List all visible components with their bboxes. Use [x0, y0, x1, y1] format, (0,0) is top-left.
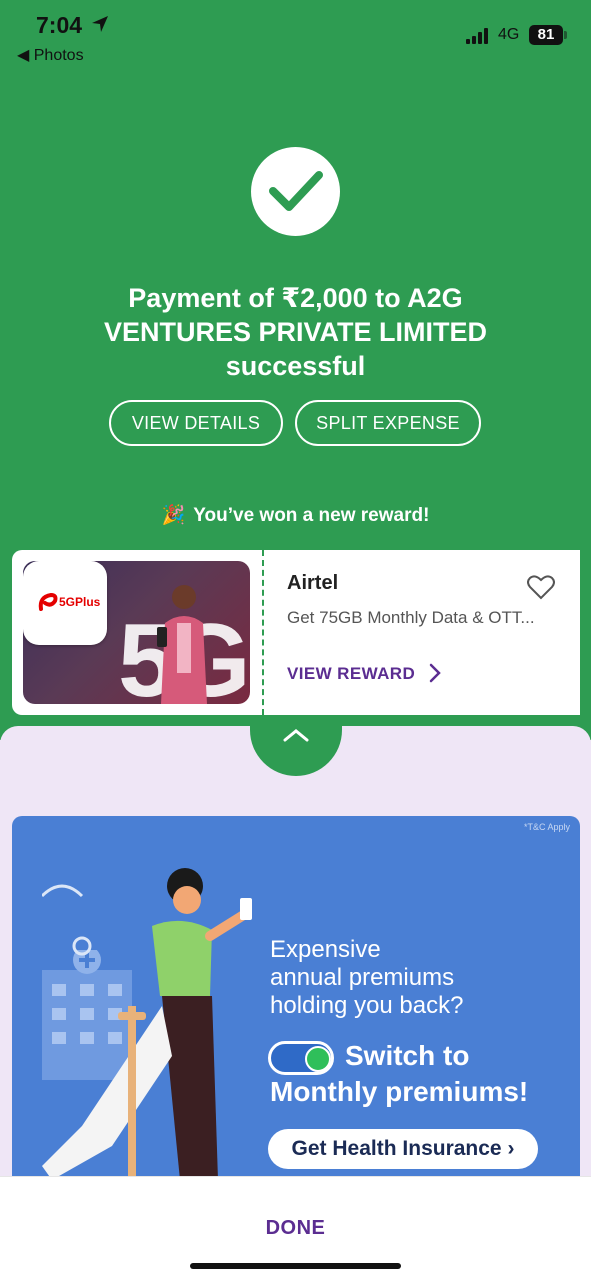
battery-icon: 81	[529, 25, 563, 45]
health-insurance-banner[interactable]: *T&C Apply Expensive annual premiums hol…	[12, 816, 580, 1180]
banner-headline-line3: holding you back?	[270, 992, 464, 1019]
chevron-up-icon	[283, 729, 309, 742]
success-check-icon	[251, 147, 340, 236]
banner-headline-line2: annual premiums	[270, 964, 455, 991]
terms-note: *T&C Apply	[524, 822, 571, 832]
split-expense-button[interactable]: SPLIT EXPENSE	[295, 400, 481, 446]
view-details-button[interactable]: VIEW DETAILS	[109, 400, 283, 446]
get-health-insurance-button[interactable]: Get Health Insurance ›	[268, 1129, 538, 1169]
reward-offer: Get 75GB Monthly Data & OTT...	[287, 608, 535, 627]
banner-headline: Expensive annual premiums holding you ba…	[270, 936, 463, 1020]
banner-monthly-text: Monthly premiums!	[270, 1076, 529, 1107]
reward-image: 5G 5GPlus	[23, 561, 250, 704]
chevron-right-icon	[429, 663, 441, 683]
card-perforation	[580, 556, 584, 704]
home-indicator[interactable]	[190, 1263, 401, 1269]
reward-brand: Airtel	[287, 572, 339, 594]
view-reward-link[interactable]: VIEW REWARD	[287, 664, 415, 684]
signal-icon	[466, 28, 492, 44]
banner-switch-text: Switch to	[345, 1040, 470, 1071]
status-bar: 7:04 ◀ Photos 4G 81	[0, 0, 591, 70]
heart-icon[interactable]	[527, 574, 555, 600]
battery-tip	[564, 31, 567, 39]
toggle-icon	[268, 1041, 334, 1075]
party-popper-icon: 🎉	[161, 505, 186, 526]
status-time: 7:04	[36, 12, 83, 38]
reward-message: 🎉 You’ve won a new reward!	[0, 503, 591, 527]
airtel-logo-icon	[38, 592, 58, 611]
done-button[interactable]: DONE	[0, 1217, 591, 1240]
banner-headline-line1: Expensive	[270, 936, 381, 963]
reward-card[interactable]: 5G 5GPlus Airtel Get 75GB Monthly Data &…	[12, 550, 584, 715]
reward-message-text: You’ve won a new reward!	[193, 505, 430, 526]
network-type: 4G	[498, 26, 520, 43]
injured-man-illustration	[42, 868, 252, 1180]
card-divider	[262, 550, 264, 715]
location-arrow-icon	[92, 16, 108, 32]
bottom-action-bar: DONE	[0, 1176, 591, 1280]
toggle-knob	[305, 1046, 331, 1072]
person-illustration	[157, 585, 207, 704]
payment-status-title: Payment of ₹2,000 to A2G VENTURES PRIVAT…	[103, 283, 488, 381]
back-to-photos-link[interactable]: ◀ Photos	[17, 45, 84, 65]
5gplus-badge-text: 5GPlus	[59, 595, 101, 609]
5gplus-badge: 5GPlus	[23, 561, 107, 645]
